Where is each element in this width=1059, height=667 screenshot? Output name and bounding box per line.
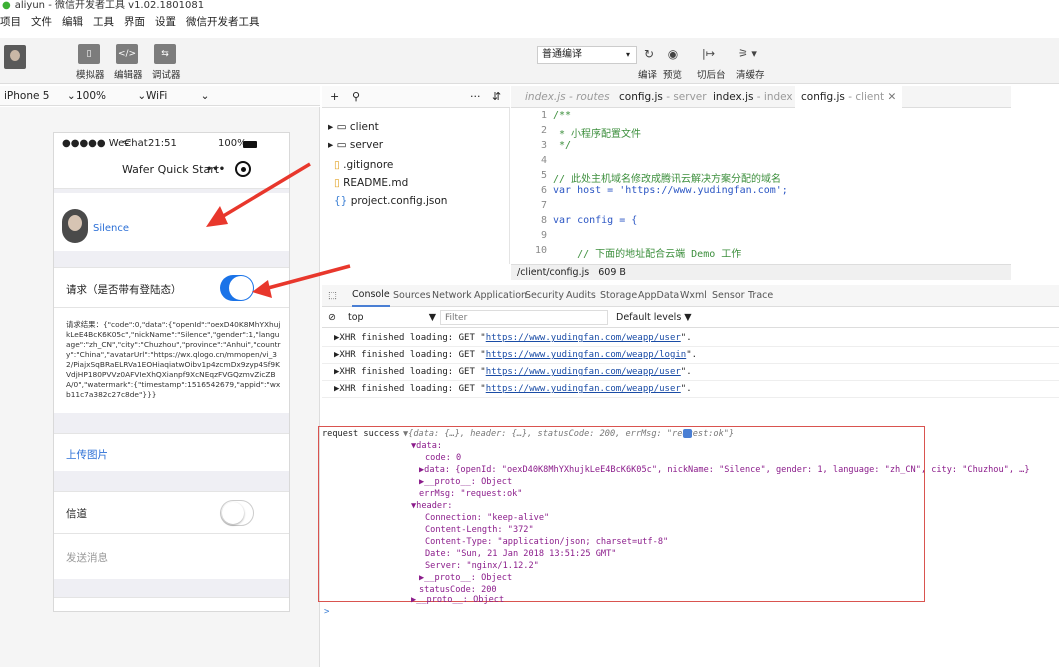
line-number: 8 <box>540 215 547 226</box>
errmsg-field: errMsg: "request:ok" <box>419 489 523 499</box>
tree-item-readme[interactable]: ▯ README.md <box>334 174 408 192</box>
tab-application[interactable]: Application <box>474 285 527 307</box>
success-label: request success <box>322 429 400 439</box>
add-icon[interactable]: + <box>330 86 339 108</box>
devtools-tabs: ⬚ Console Sources Network Application Se… <box>322 285 1059 307</box>
tab-audits[interactable]: Audits <box>566 285 596 307</box>
content-length-field: Content-Length: "372" <box>425 525 534 535</box>
file-tree: ▸ ▭ client ▸ ▭ server ▯ .gitignore ▯ REA… <box>322 108 510 264</box>
connection-field: Connection: "keep-alive" <box>425 513 550 523</box>
console-filter-bar: ⊘ top▼ Default levels ▼ <box>322 308 1059 328</box>
date-field: Date: "Sun, 21 Jan 2018 13:51:25 GMT" <box>425 549 617 559</box>
info-icon <box>683 429 692 438</box>
code-line: var host = 'https://www.yudingfan.com'; <box>553 185 788 196</box>
log-levels-select[interactable]: Default levels ▼ <box>616 308 692 328</box>
annotation-arrowhead-toggle <box>252 280 272 298</box>
tab-security[interactable]: Security <box>525 285 564 307</box>
data-node[interactable]: ▼data: <box>411 441 442 452</box>
tab-trace[interactable]: Trace <box>748 285 773 307</box>
json-icon: {} <box>334 195 351 207</box>
context-select[interactable]: top ▼ <box>348 308 440 328</box>
annotation-arrow-avatar <box>219 162 311 220</box>
header-node[interactable]: ▼header: <box>411 501 452 512</box>
code-line: // 下面的地址配合云端 Demo 工作 <box>553 249 742 260</box>
line-number: 6 <box>540 185 547 196</box>
tab-config-server[interactable]: config.js - server <box>613 86 713 108</box>
server-field: Server: "nginx/1.12.2" <box>425 561 539 571</box>
code-line: var config = { <box>553 215 638 226</box>
line-number: 9 <box>540 230 547 241</box>
code-line: * 小程序配置文件 <box>553 129 642 140</box>
caret-right-icon: ▸ <box>328 121 337 133</box>
split-icon[interactable]: ⇵ <box>492 86 501 108</box>
xhr-log: ▶XHR finished loading: GET "https://www.… <box>334 333 692 343</box>
xhr-log: ▶XHR finished loading: GET "https://www.… <box>334 384 692 394</box>
tab-config-client[interactable]: config.js - client ✕ <box>795 86 903 108</box>
code-editor[interactable]: 1 /** 2 * 小程序配置文件 3 */ 4 5 // 此处主机域名修改成腾讯云… <box>511 108 1011 264</box>
data-inner-node[interactable]: ▶data: {openId: "oexD40K8MhYXhujkLeE4BcK… <box>419 465 1030 476</box>
line-number: 5 <box>540 170 547 181</box>
proto-node[interactable]: ▶__proto__: Object <box>419 573 512 584</box>
editor-tabs: index.js - routes config.js - server ind… <box>511 86 1011 108</box>
file-icon: ▯ <box>334 159 344 171</box>
proto-node[interactable]: ▶__proto__: Object <box>419 477 512 488</box>
xhr-log: ▶XHR finished loading: GET "https://www.… <box>334 367 692 377</box>
caret-down-icon: ▼ <box>428 312 436 323</box>
line-number: 1 <box>540 110 547 121</box>
tab-wxml[interactable]: Wxml <box>680 285 707 307</box>
file-icon: ▯ <box>334 177 344 189</box>
tree-item-project-config[interactable]: {} project.config.json <box>334 192 447 210</box>
tab-index-routes[interactable]: index.js - routes <box>519 86 616 108</box>
folder-icon: ▭ <box>336 121 350 133</box>
folder-icon: ▭ <box>336 139 350 151</box>
more-icon[interactable]: ··· <box>470 86 481 108</box>
tree-item-gitignore[interactable]: ▯ .gitignore <box>334 156 393 174</box>
code-field: code: 0 <box>425 453 462 463</box>
editor-status-bar: /client/config.js 609 B <box>511 264 1011 280</box>
line-number: 10 <box>534 245 547 256</box>
xhr-log: ▶XHR finished loading: GET "https://www.… <box>334 350 698 360</box>
caret-right-icon: ▸ <box>328 139 337 151</box>
tab-console[interactable]: Console <box>352 285 390 307</box>
file-tree-toolbar: + ⚲ ··· ⇵ <box>322 86 510 108</box>
line-number: 2 <box>540 125 547 136</box>
code-line: */ <box>553 140 572 151</box>
line-number: 3 <box>540 140 547 151</box>
close-icon[interactable]: ✕ <box>888 91 897 103</box>
console-filter-input[interactable] <box>440 310 608 325</box>
tab-sources[interactable]: Sources <box>393 285 431 307</box>
console-prompt[interactable]: > <box>324 605 329 619</box>
clear-console-icon[interactable]: ⊘ <box>328 308 336 328</box>
file-size: 609 B <box>598 267 626 278</box>
line-number: 4 <box>540 155 547 166</box>
tree-item-server[interactable]: ▸ ▭ server <box>328 136 383 154</box>
tree-item-client[interactable]: ▸ ▭ client <box>328 118 379 136</box>
line-number: 7 <box>540 200 547 211</box>
tab-index-index[interactable]: index.js - index <box>707 86 799 108</box>
tab-appdata[interactable]: AppData <box>638 285 679 307</box>
inspect-icon[interactable]: ⬚ <box>328 285 337 307</box>
proto-node[interactable]: ▶__proto__: Object <box>411 595 504 606</box>
code-line: // 此处主机域名修改成腾讯云解决方案分配的域名 <box>553 174 782 185</box>
content-type-field: Content-Type: "application/json; charset… <box>425 537 669 547</box>
search-icon[interactable]: ⚲ <box>352 86 360 108</box>
request-success-log: request success ▼{data: {…}, header: {…}… <box>318 426 1030 605</box>
tab-storage[interactable]: Storage <box>600 285 637 307</box>
tab-sensor[interactable]: Sensor <box>712 285 745 307</box>
code-line: /** <box>553 110 572 121</box>
tab-network[interactable]: Network <box>432 285 472 307</box>
file-path: /client/config.js <box>517 267 590 278</box>
